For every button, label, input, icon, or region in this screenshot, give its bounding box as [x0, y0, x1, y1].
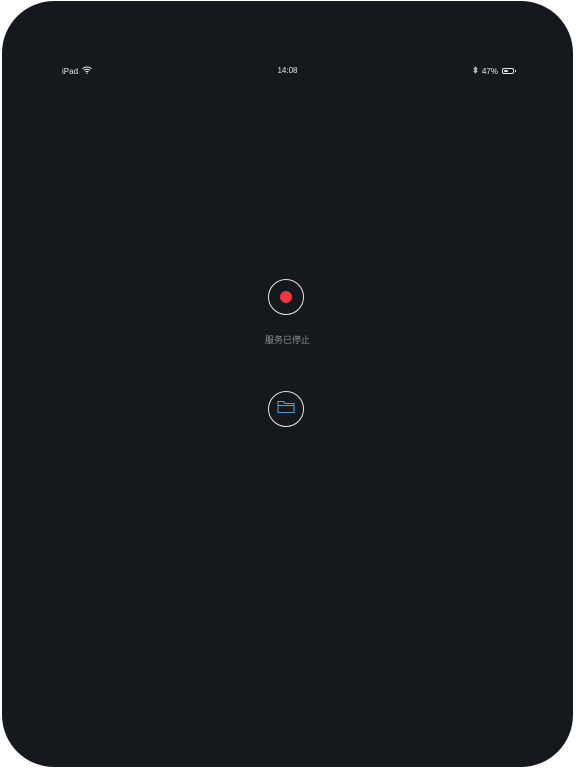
battery-fill — [504, 70, 508, 72]
service-status-label: 服务已停止 — [264, 336, 310, 346]
battery-icon — [502, 68, 516, 74]
folder-icon — [277, 400, 295, 419]
app-screen: iPad 14:08 47% 服务已停止 — [2, 1, 573, 767]
bluetooth-icon — [473, 66, 478, 76]
status-bar: iPad 14:08 47% — [2, 63, 573, 79]
battery-tip — [515, 70, 516, 72]
battery-percent: 47% — [481, 66, 498, 76]
record-button[interactable] — [268, 279, 304, 315]
record-dot-icon — [280, 291, 292, 303]
status-right: 47% — [473, 66, 516, 76]
files-button[interactable] — [268, 391, 304, 427]
